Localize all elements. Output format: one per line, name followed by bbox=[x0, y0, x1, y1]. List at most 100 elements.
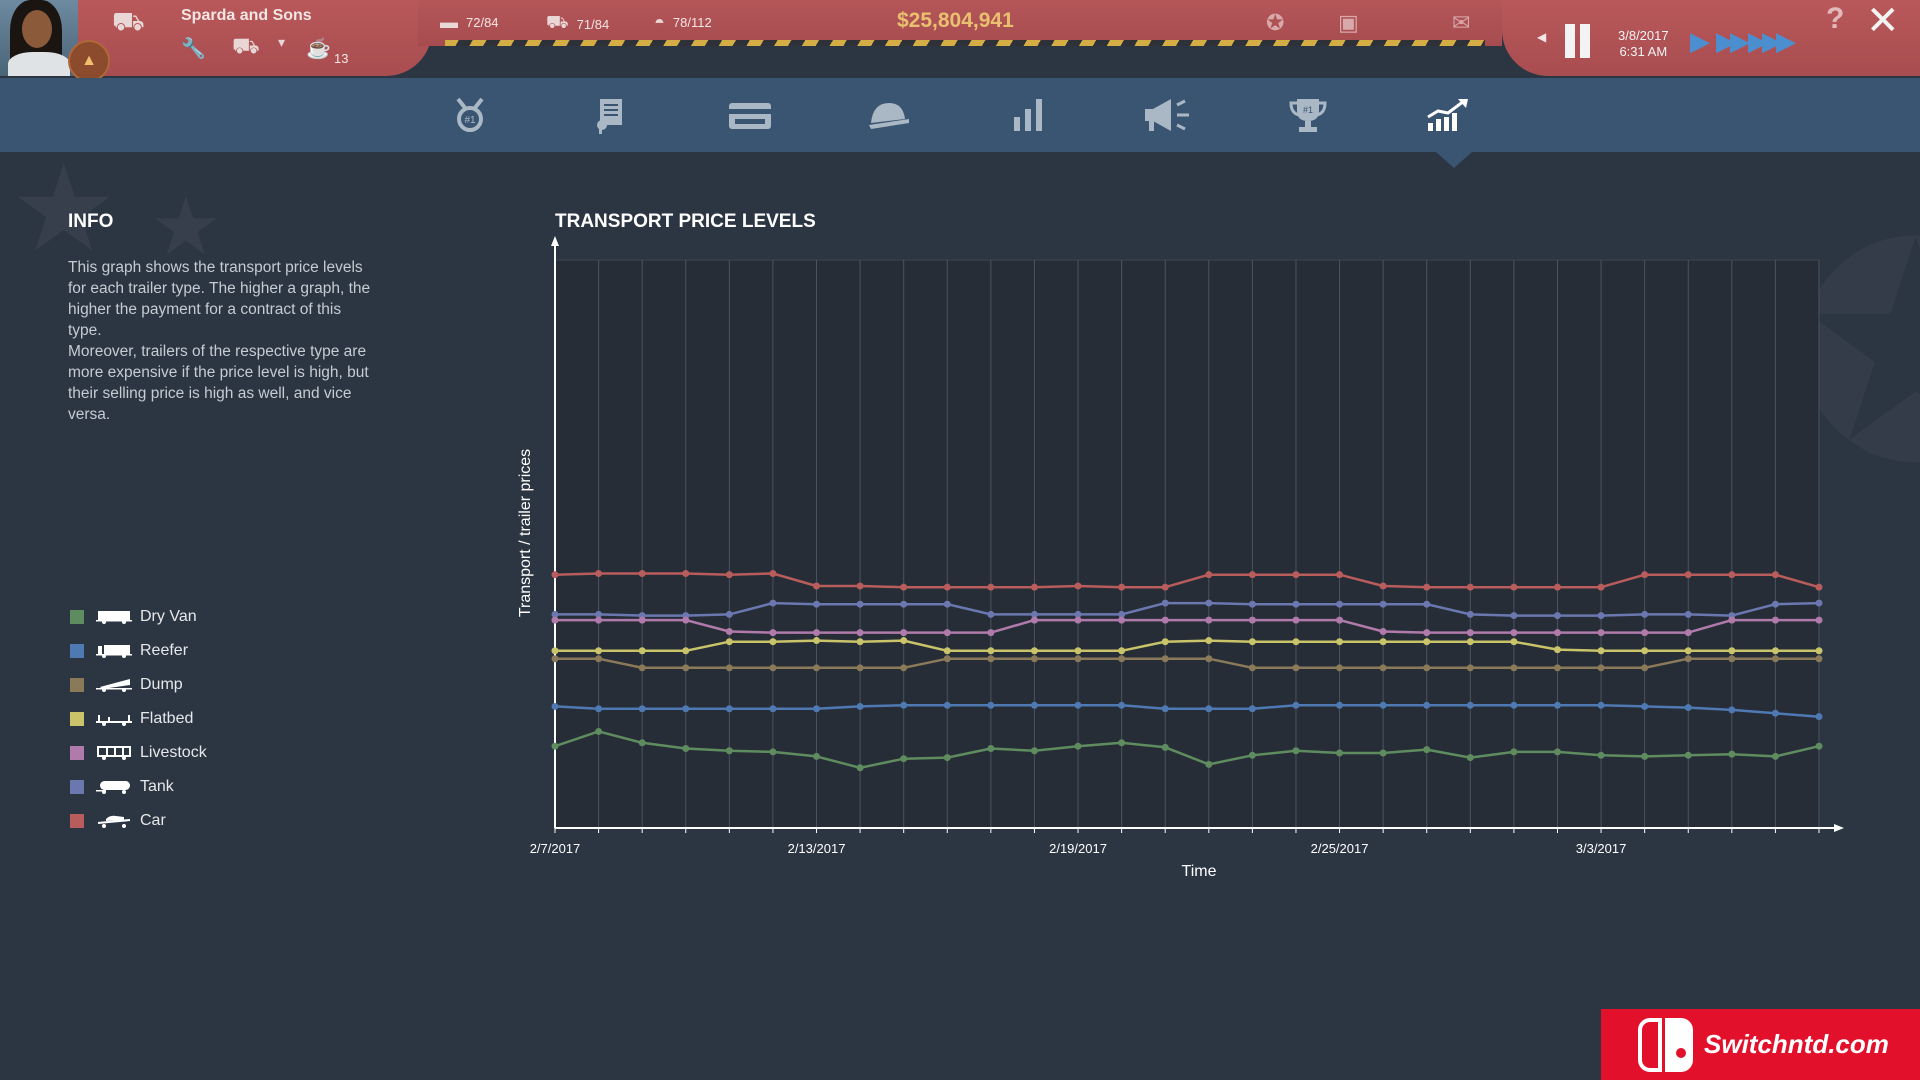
data-point[interactable] bbox=[551, 742, 559, 750]
data-point[interactable] bbox=[1379, 600, 1387, 608]
data-point[interactable] bbox=[1466, 754, 1474, 762]
data-point[interactable] bbox=[1728, 647, 1736, 655]
data-point[interactable] bbox=[1030, 747, 1038, 755]
data-point[interactable] bbox=[1771, 752, 1779, 760]
data-point[interactable] bbox=[856, 629, 864, 637]
data-point[interactable] bbox=[1728, 655, 1736, 663]
data-point[interactable] bbox=[1161, 655, 1169, 663]
data-point[interactable] bbox=[1161, 599, 1169, 607]
data-point[interactable] bbox=[638, 664, 646, 672]
data-point[interactable] bbox=[900, 755, 908, 763]
data-point[interactable] bbox=[1466, 629, 1474, 637]
data-point[interactable] bbox=[725, 705, 733, 713]
data-point[interactable] bbox=[725, 747, 733, 755]
data-point[interactable] bbox=[1161, 743, 1169, 751]
data-point[interactable] bbox=[1118, 739, 1126, 747]
data-point[interactable] bbox=[769, 664, 777, 672]
data-point[interactable] bbox=[943, 647, 951, 655]
data-point[interactable] bbox=[1553, 701, 1561, 709]
data-point[interactable] bbox=[1641, 647, 1649, 655]
data-point[interactable] bbox=[725, 627, 733, 635]
data-point[interactable] bbox=[1641, 664, 1649, 672]
data-point[interactable] bbox=[551, 702, 559, 710]
data-point[interactable] bbox=[1205, 705, 1213, 713]
data-point[interactable] bbox=[1553, 646, 1561, 654]
data-point[interactable] bbox=[725, 664, 733, 672]
data-point[interactable] bbox=[1205, 655, 1213, 663]
data-point[interactable] bbox=[1423, 583, 1431, 591]
data-point[interactable] bbox=[987, 655, 995, 663]
data-point[interactable] bbox=[1248, 751, 1256, 759]
data-point[interactable] bbox=[1423, 638, 1431, 646]
data-point[interactable] bbox=[769, 629, 777, 637]
data-point[interactable] bbox=[1423, 664, 1431, 672]
data-point[interactable] bbox=[638, 616, 646, 624]
data-point[interactable] bbox=[856, 702, 864, 710]
data-point[interactable] bbox=[813, 705, 821, 713]
data-point[interactable] bbox=[1074, 701, 1082, 709]
data-point[interactable] bbox=[1248, 664, 1256, 672]
data-point[interactable] bbox=[1510, 612, 1518, 620]
data-point[interactable] bbox=[1248, 638, 1256, 646]
data-point[interactable] bbox=[1205, 637, 1213, 645]
data-point[interactable] bbox=[856, 764, 864, 772]
data-point[interactable] bbox=[1553, 612, 1561, 620]
data-point[interactable] bbox=[1161, 616, 1169, 624]
data-point[interactable] bbox=[682, 616, 690, 624]
data-point[interactable] bbox=[638, 739, 646, 747]
data-point[interactable] bbox=[1684, 647, 1692, 655]
data-point[interactable] bbox=[1205, 571, 1213, 579]
data-point[interactable] bbox=[1248, 571, 1256, 579]
data-point[interactable] bbox=[813, 637, 821, 645]
data-point[interactable] bbox=[1597, 701, 1605, 709]
data-point[interactable] bbox=[900, 664, 908, 672]
data-point[interactable] bbox=[1248, 705, 1256, 713]
data-point[interactable] bbox=[1771, 709, 1779, 717]
data-point[interactable] bbox=[1771, 655, 1779, 663]
data-point[interactable] bbox=[1423, 629, 1431, 637]
data-point[interactable] bbox=[638, 570, 646, 578]
data-point[interactable] bbox=[1074, 616, 1082, 624]
data-point[interactable] bbox=[1684, 629, 1692, 637]
data-point[interactable] bbox=[1597, 751, 1605, 759]
data-point[interactable] bbox=[769, 705, 777, 713]
data-point[interactable] bbox=[1379, 701, 1387, 709]
data-point[interactable] bbox=[725, 571, 733, 579]
data-point[interactable] bbox=[682, 647, 690, 655]
data-point[interactable] bbox=[856, 600, 864, 608]
data-point[interactable] bbox=[1510, 583, 1518, 591]
data-point[interactable] bbox=[900, 600, 908, 608]
data-point[interactable] bbox=[595, 655, 603, 663]
data-point[interactable] bbox=[987, 744, 995, 752]
data-point[interactable] bbox=[856, 582, 864, 590]
data-point[interactable] bbox=[725, 610, 733, 618]
data-point[interactable] bbox=[1379, 749, 1387, 757]
data-point[interactable] bbox=[1597, 583, 1605, 591]
data-point[interactable] bbox=[1292, 616, 1300, 624]
data-point[interactable] bbox=[1641, 629, 1649, 637]
data-point[interactable] bbox=[1118, 616, 1126, 624]
data-point[interactable] bbox=[1336, 664, 1344, 672]
data-point[interactable] bbox=[900, 629, 908, 637]
data-point[interactable] bbox=[1641, 752, 1649, 760]
data-point[interactable] bbox=[551, 616, 559, 624]
data-point[interactable] bbox=[1118, 655, 1126, 663]
data-point[interactable] bbox=[1248, 616, 1256, 624]
data-point[interactable] bbox=[1728, 571, 1736, 579]
data-point[interactable] bbox=[725, 638, 733, 646]
data-point[interactable] bbox=[1336, 571, 1344, 579]
data-point[interactable] bbox=[1771, 600, 1779, 608]
data-point[interactable] bbox=[1815, 655, 1823, 663]
data-point[interactable] bbox=[1597, 612, 1605, 620]
data-point[interactable] bbox=[1205, 599, 1213, 607]
data-point[interactable] bbox=[682, 744, 690, 752]
data-point[interactable] bbox=[900, 637, 908, 645]
data-point[interactable] bbox=[1292, 747, 1300, 755]
data-point[interactable] bbox=[987, 701, 995, 709]
data-point[interactable] bbox=[1292, 701, 1300, 709]
data-point[interactable] bbox=[1510, 629, 1518, 637]
data-point[interactable] bbox=[987, 583, 995, 591]
data-point[interactable] bbox=[856, 638, 864, 646]
data-point[interactable] bbox=[1205, 616, 1213, 624]
data-point[interactable] bbox=[943, 629, 951, 637]
